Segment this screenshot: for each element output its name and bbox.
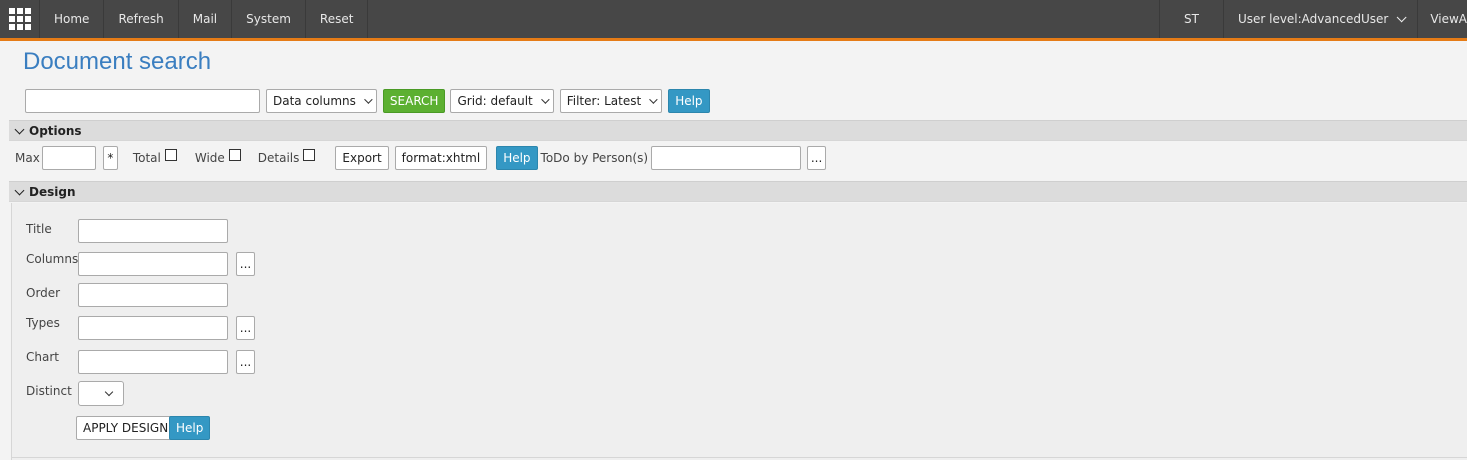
chevron-down-icon	[104, 387, 114, 397]
design-header-label: Design	[29, 184, 76, 199]
nav-system[interactable]: System	[232, 0, 306, 38]
user-level-label: User level:AdvancedUser	[1237, 12, 1389, 26]
total-checkbox[interactable]	[164, 149, 177, 161]
chevron-down-icon	[364, 95, 373, 104]
design-title-input[interactable]	[78, 219, 228, 243]
data-columns-label: Data columns	[273, 94, 356, 108]
chevron-down-icon	[649, 95, 658, 104]
filter-dropdown[interactable]: Filter: Latest	[559, 89, 663, 113]
options-help-button[interactable]: Help	[496, 146, 538, 170]
design-panel	[11, 203, 1467, 460]
app-grid-icon	[8, 8, 31, 30]
search-help-button[interactable]: Help	[668, 89, 710, 113]
details-label: Details	[257, 151, 300, 165]
design-types-label: Types	[26, 316, 60, 330]
data-columns-dropdown[interactable]: Data columns	[266, 89, 377, 113]
format-button[interactable]: format:xhtml	[394, 146, 488, 170]
chevron-down-icon	[1396, 11, 1407, 22]
nav-view[interactable]: ViewA	[1417, 0, 1467, 38]
design-order-label: Order	[26, 286, 61, 300]
todo-person-picker-button[interactable]: ...	[807, 146, 827, 170]
top-nav-bar: Home Refresh Mail System Reset ST User l…	[0, 0, 1467, 41]
divider	[11, 457, 1467, 458]
search-toolbar: Data columns SEARCH Grid: default Filter…	[25, 88, 710, 114]
nav-refresh[interactable]: Refresh	[104, 0, 179, 38]
todo-person-input[interactable]	[651, 146, 802, 170]
search-button[interactable]: SEARCH	[382, 89, 446, 113]
export-button[interactable]: Export	[335, 146, 389, 170]
nav-reset[interactable]: Reset	[306, 0, 369, 38]
grid-label: Grid: default	[457, 94, 533, 108]
options-header-label: Options	[29, 123, 82, 138]
max-label: Max	[15, 151, 40, 165]
options-row: Max * Total Wide Details Export format:x…	[15, 146, 827, 170]
wide-label: Wide	[194, 151, 225, 165]
details-checkbox[interactable]	[303, 149, 316, 161]
nav-home[interactable]: Home	[40, 0, 105, 38]
design-title-label: Title	[26, 222, 52, 236]
apply-design-button[interactable]: APPLY DESIGN	[76, 416, 176, 440]
design-types-input[interactable]	[78, 316, 228, 340]
design-columns-input[interactable]	[78, 252, 228, 276]
chevron-down-icon	[540, 95, 550, 104]
design-chart-input[interactable]	[78, 350, 228, 374]
design-distinct-label: Distinct	[26, 384, 72, 398]
filter-label: Filter: Latest	[566, 94, 642, 108]
chevron-down-icon	[14, 124, 25, 134]
design-help-button[interactable]: Help	[169, 416, 211, 440]
design-distinct-select[interactable]	[78, 381, 124, 406]
design-columns-picker-button[interactable]: ...	[236, 252, 255, 276]
wide-checkbox[interactable]	[228, 149, 241, 161]
max-input[interactable]	[41, 146, 96, 170]
design-columns-label: Columns	[26, 252, 79, 266]
design-section-header[interactable]: Design	[9, 181, 1467, 202]
page-title: Document search	[23, 48, 212, 75]
design-order-input[interactable]	[78, 283, 228, 307]
max-star-button[interactable]: *	[102, 146, 118, 170]
options-section-header[interactable]: Options	[9, 120, 1467, 141]
total-label: Total	[132, 151, 161, 165]
chevron-down-icon	[14, 185, 25, 195]
search-input[interactable]	[25, 89, 260, 113]
user-initials[interactable]: ST	[1158, 0, 1223, 38]
todo-label: ToDo by Person(s)	[540, 151, 649, 165]
user-level-dropdown[interactable]: User level:AdvancedUser	[1222, 0, 1417, 38]
design-chart-picker-button[interactable]: ...	[236, 350, 255, 374]
design-types-picker-button[interactable]: ...	[236, 316, 255, 340]
nav-mail[interactable]: Mail	[179, 0, 233, 38]
design-chart-label: Chart	[26, 350, 59, 364]
app-grid-button[interactable]	[0, 0, 40, 38]
grid-dropdown[interactable]: Grid: default	[450, 89, 554, 113]
